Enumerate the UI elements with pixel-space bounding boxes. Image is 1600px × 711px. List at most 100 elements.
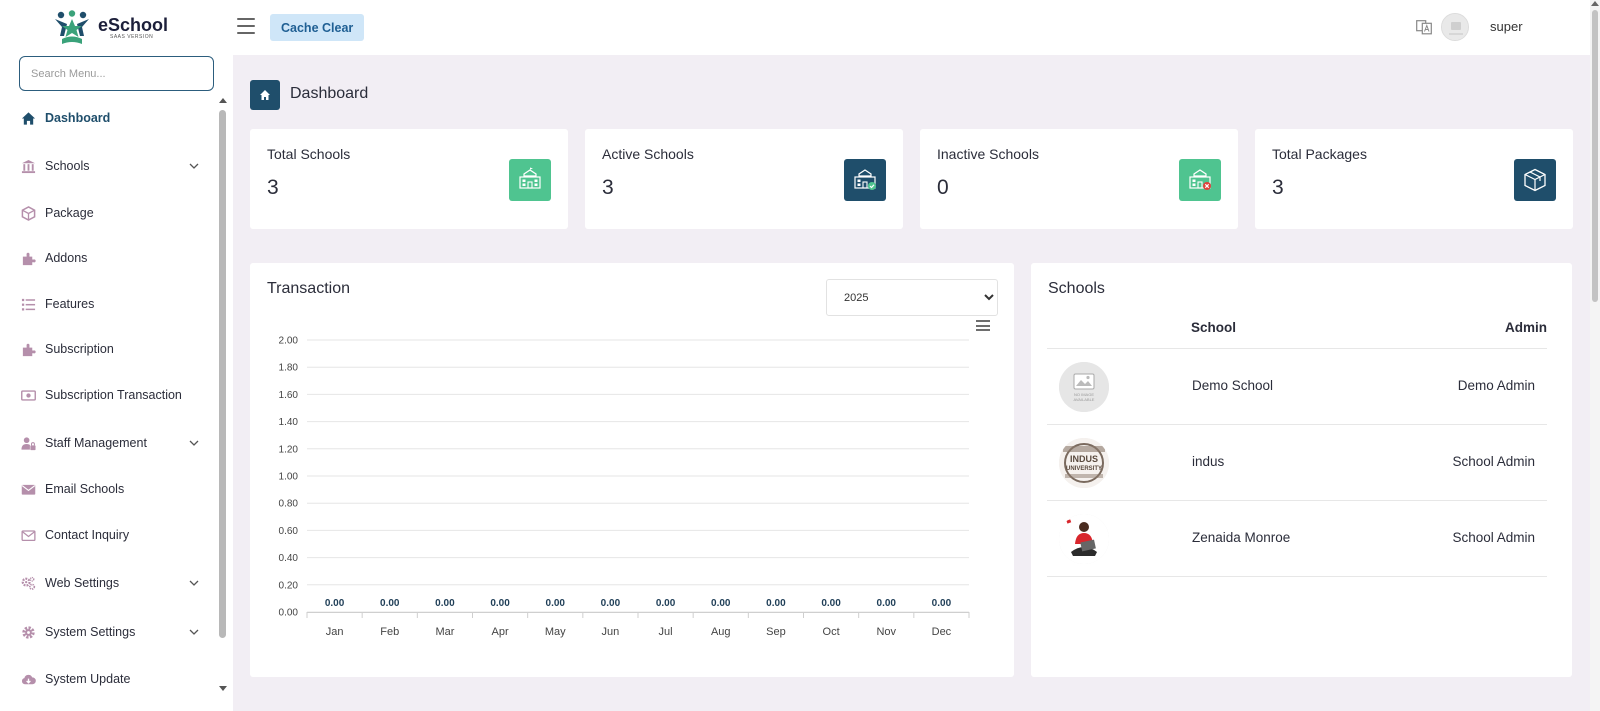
- chevron-down-icon[interactable]: [189, 578, 199, 588]
- sidebar-item-label: Subscription Transaction: [45, 388, 182, 402]
- scroll-down-arrow-icon[interactable]: [219, 686, 227, 691]
- x-tick-label: Dec: [932, 626, 952, 638]
- sidebar-item-subscription-transaction[interactable]: Subscription Transaction: [0, 375, 218, 415]
- chevron-down-icon[interactable]: [189, 627, 199, 637]
- sidebar-item-label: Contact Inquiry: [45, 528, 130, 542]
- x-tick-label: Jul: [659, 626, 673, 638]
- sidebar-item-system-settings[interactable]: System Settings: [0, 612, 218, 652]
- data-label: 0.00: [546, 598, 566, 609]
- x-tick-label: Aug: [711, 626, 731, 638]
- logo-text: AVAILABLE: [1073, 397, 1095, 402]
- sidebar-item-label: Schools: [45, 159, 90, 173]
- page-scroll-thumb[interactable]: [1592, 10, 1598, 302]
- sidebar-item-email-schools[interactable]: Email Schools: [0, 469, 218, 509]
- school-name: indus: [1192, 454, 1225, 469]
- sidebar-item-staff-management[interactable]: Staff Management: [0, 423, 218, 463]
- data-label: 0.00: [877, 598, 897, 609]
- page-scrollbar[interactable]: [1590, 0, 1600, 711]
- search-menu-input[interactable]: [19, 56, 214, 91]
- institution-icon: [20, 158, 36, 174]
- stat-label: Inactive Schools: [937, 146, 1039, 162]
- x-tick-label: Oct: [823, 626, 840, 638]
- school-admin: School Admin: [1452, 530, 1535, 545]
- transaction-title: Transaction: [267, 280, 350, 297]
- x-tick-label: Apr: [492, 626, 509, 638]
- stat-label: Total Packages: [1272, 146, 1367, 162]
- data-label: 0.00: [766, 598, 786, 609]
- x-tick-label: Feb: [380, 626, 399, 638]
- brand[interactable]: eSchool SAAS VERSION: [52, 10, 168, 46]
- y-tick-label: 0.20: [279, 580, 299, 591]
- language-icon[interactable]: [1416, 19, 1432, 35]
- menu-toggle-icon[interactable]: [237, 18, 255, 34]
- y-tick-label: 1.00: [279, 472, 299, 483]
- sidebar-item-addons[interactable]: Addons: [0, 238, 218, 278]
- school-x-icon: [1179, 159, 1221, 201]
- x-tick-label: May: [545, 626, 566, 638]
- y-tick-label: 1.40: [279, 417, 299, 428]
- sidebar-item-contact-inquiry[interactable]: Contact Inquiry: [0, 515, 218, 555]
- sidebar-item-label: Addons: [45, 251, 88, 265]
- list-icon: [20, 296, 36, 312]
- sidebar-item-label: Staff Management: [45, 436, 147, 450]
- stat-label: Active Schools: [602, 146, 694, 162]
- user-avatar[interactable]: [1441, 13, 1469, 41]
- puzzle-icon: [20, 341, 36, 357]
- transaction-card: Transaction 2025 0.00 0.20 0.40 0.60 0.80 1.0…: [250, 263, 1014, 677]
- stat-value: 3: [1272, 176, 1284, 199]
- user-name[interactable]: super: [1490, 19, 1523, 34]
- envelope-icon: [20, 481, 36, 497]
- cogs-icon: [20, 575, 36, 591]
- chevron-down-icon[interactable]: [189, 438, 199, 448]
- school-name: Demo School: [1192, 378, 1274, 393]
- y-tick-label: 0.40: [279, 553, 299, 564]
- table-row[interactable]: NO IMAGE AVAILABLE Demo School Demo Admi…: [1047, 349, 1547, 425]
- sidebar-item-dashboard[interactable]: Dashboard: [0, 98, 218, 138]
- school-name: Zenaida Monroe: [1192, 530, 1291, 545]
- sidebar-item-package[interactable]: Package: [0, 193, 218, 233]
- sidebar-scroll-thumb[interactable]: [219, 110, 226, 638]
- cog-icon: [20, 624, 36, 640]
- year-select[interactable]: 2025: [826, 279, 998, 316]
- y-tick-label: 2.00: [279, 336, 299, 347]
- x-tick-label: Nov: [876, 626, 896, 638]
- stat-card-inactive-schools: Inactive Schools 0: [920, 129, 1238, 229]
- data-label: 0.00: [656, 598, 676, 609]
- home-button[interactable]: [250, 80, 280, 110]
- data-label: 0.00: [601, 598, 621, 609]
- schools-title: Schools: [1048, 280, 1105, 297]
- data-label: 0.00: [325, 598, 345, 609]
- table-row[interactable]: Zenaida Monroe School Admin: [1047, 501, 1547, 577]
- scroll-up-arrow-icon[interactable]: [219, 98, 227, 103]
- sidebar-item-features[interactable]: Features: [0, 284, 218, 324]
- y-tick-label: 1.80: [279, 363, 299, 374]
- puzzle-icon: [20, 250, 36, 266]
- chevron-down-icon[interactable]: [189, 161, 199, 171]
- home-icon: [20, 110, 36, 126]
- box-icon: [1514, 159, 1556, 201]
- x-tick-label: Sep: [766, 626, 786, 638]
- sidebar-item-label: Web Settings: [45, 576, 120, 590]
- data-label: 0.00: [490, 598, 510, 609]
- sidebar-item-schools[interactable]: Schools: [0, 146, 218, 186]
- topbar: Cache Clear super: [233, 0, 1590, 55]
- person-laptop-image: [1059, 514, 1109, 564]
- sidebar-scrollbar[interactable]: [218, 98, 228, 698]
- y-tick-label: 0.60: [279, 526, 299, 537]
- y-tick-label: 0.00: [279, 608, 299, 619]
- sidebar-item-web-settings[interactable]: Web Settings: [0, 563, 218, 603]
- logo-text: INDUS: [1069, 454, 1098, 464]
- data-label: 0.00: [711, 598, 731, 609]
- schools-card: Schools School Admin NO IMAGE AVAILABLE …: [1031, 263, 1572, 677]
- cache-clear-button[interactable]: Cache Clear: [270, 14, 365, 41]
- x-tick-label: Jun: [602, 626, 620, 638]
- sidebar-item-label: Subscription: [45, 342, 114, 356]
- data-label: 0.00: [435, 598, 455, 609]
- sidebar-item-system-update[interactable]: System Update: [0, 659, 218, 699]
- page-scroll-up-icon[interactable]: [1591, 1, 1599, 6]
- sidebar-item-subscription[interactable]: Subscription: [0, 329, 218, 369]
- stat-card-total-schools: Total Schools 3: [250, 129, 568, 229]
- stat-card-total-packages: Total Packages 3: [1255, 129, 1573, 229]
- x-tick-label: Mar: [435, 626, 454, 638]
- table-row[interactable]: INDUS UNIVERSITY indus School Admin: [1047, 425, 1547, 501]
